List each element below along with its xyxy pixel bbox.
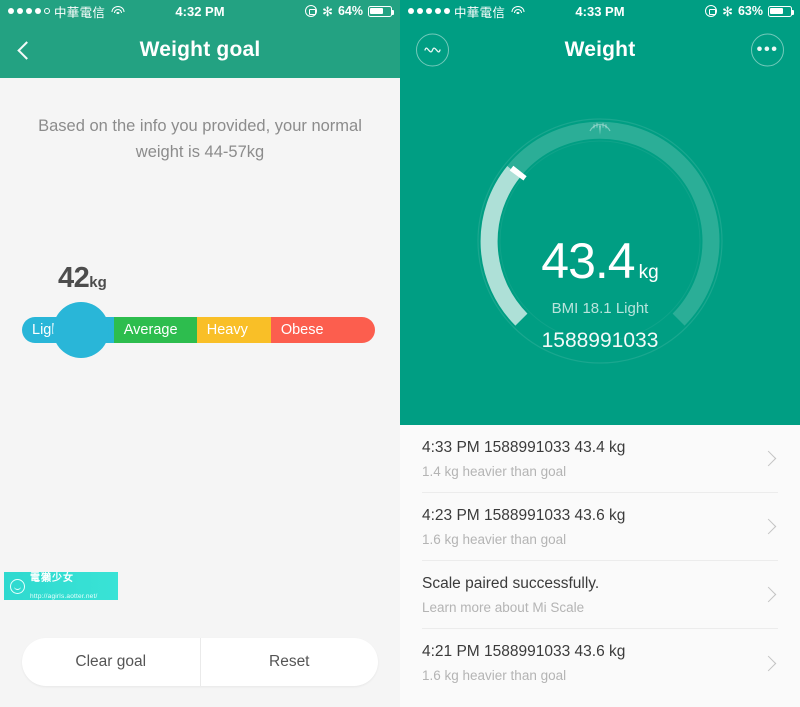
list-item-texts: 4:33 PM 1588991033 43.4 kg 1.4 kg heavie… <box>422 439 763 479</box>
list-item-texts: Scale paired successfully. Learn more ab… <box>422 575 763 615</box>
normal-weight-info: Based on the info you provided, your nor… <box>38 117 362 161</box>
chevron-right-icon <box>760 586 777 603</box>
list-item-texts: 4:21 PM 1588991033 43.6 kg 1.6 kg heavie… <box>422 643 763 683</box>
battery-percent-label: 64% <box>337 4 363 18</box>
battery-icon <box>768 5 795 17</box>
status-right-group: ✻ 64% <box>305 3 395 19</box>
watermark-url: http://agirls.aotter.net/ <box>30 593 98 600</box>
bmi-label: BMI 18.1 Light <box>551 300 649 317</box>
weight-number: 43.4 <box>541 233 635 289</box>
pulse-wave-icon[interactable] <box>416 33 449 67</box>
list-item[interactable]: 4:23 PM 1588991033 43.6 kg 1.6 kg heavie… <box>422 493 778 561</box>
goal-value-label: 42kg <box>58 262 107 295</box>
list-item[interactable]: 4:33 PM 1588991033 43.4 kg 1.4 kg heavie… <box>422 425 778 493</box>
back-chevron-icon[interactable] <box>12 38 36 62</box>
list-item-title: 4:21 PM 1588991033 43.6 kg <box>422 643 626 660</box>
smiley-face-icon <box>10 578 25 594</box>
watermark-badge: 電獺少女 http://agirls.aotter.net/ <box>4 572 118 600</box>
segment-average: Average <box>113 317 197 343</box>
slider-thumb[interactable] <box>53 302 109 358</box>
weight-hero-panel: Weight ••• 43.4 kg BMI 18.1 Light 158899… <box>400 22 800 447</box>
ellipsis-icon[interactable]: ••• <box>751 33 784 67</box>
rotation-lock-icon <box>305 5 318 17</box>
screenshot-root: 中華電信 4:32 PM ✻ 64% Weight goal Based on … <box>0 0 800 707</box>
page-title: Weight goal <box>139 38 261 61</box>
list-item-subtitle: 1.6 kg heavier than goal <box>422 668 567 683</box>
list-item-title: Scale paired successfully. <box>422 574 600 592</box>
weight-goal-screen: 中華電信 4:32 PM ✻ 64% Weight goal Based on … <box>0 0 400 707</box>
segment-label-average: Average <box>123 322 178 338</box>
segment-label-obese: Obese <box>280 322 324 338</box>
status-bar-left: 中華電信 4:32 PM ✻ 64% <box>0 0 400 22</box>
watermark-text: 電獺少女 http://agirls.aotter.net/ <box>30 569 98 603</box>
chevron-right-icon <box>760 450 777 467</box>
chevron-right-icon <box>760 518 777 535</box>
list-item-title: 4:23 PM 1588991033 43.6 kg <box>422 506 626 524</box>
dial-progress-tip <box>509 165 527 181</box>
status-right-group: ✻ 63% <box>705 3 795 19</box>
measurement-list: 4:33 PM 1588991033 43.4 kg 1.4 kg heavie… <box>400 425 800 707</box>
list-item-subtitle: Learn more about Mi Scale <box>422 599 585 615</box>
goal-value-unit: kg <box>89 274 107 291</box>
clear-goal-button[interactable]: Clear goal <box>22 638 201 686</box>
device-id-label: 1588991033 <box>541 329 659 352</box>
segment-label-heavy: Heavy <box>206 322 248 338</box>
battery-icon <box>368 5 395 17</box>
goal-value-number: 42 <box>58 262 90 294</box>
list-item[interactable]: Scale paired successfully. Learn more ab… <box>422 561 778 629</box>
weight-unit: kg <box>638 262 659 283</box>
bluetooth-icon: ✻ <box>722 3 733 19</box>
rotation-lock-icon <box>705 5 718 17</box>
page-title: Weight <box>564 38 636 61</box>
watermark-name: 電獺少女 <box>30 573 74 585</box>
pulse-wave-glyph <box>424 47 441 53</box>
segment-heavy: Heavy <box>196 317 271 343</box>
list-item-subtitle: 1.6 kg heavier than goal <box>422 531 567 547</box>
segment-obese: Obese <box>270 317 375 343</box>
action-button-row: Clear goal Reset <box>22 638 378 686</box>
list-item-texts: 4:23 PM 1588991033 43.6 kg 1.6 kg heavie… <box>422 507 763 547</box>
list-item-subtitle: 1.4 kg heavier than goal <box>422 463 567 479</box>
weight-goal-slider[interactable]: 42kg Light Average Heavy Obese <box>0 262 400 372</box>
chevron-right-icon <box>760 655 777 671</box>
nav-bar-right: Weight ••• <box>400 22 800 78</box>
bluetooth-icon: ✻ <box>322 3 333 19</box>
weight-value: 43.4 kg <box>400 236 800 286</box>
weight-readout: 43.4 kg BMI 18.1 Light 1588991033 <box>400 236 800 353</box>
list-item-title: 4:33 PM 1588991033 43.4 kg <box>422 438 626 456</box>
status-bar-right: 中華電信 4:33 PM ✻ 63% <box>400 0 800 22</box>
reset-button[interactable]: Reset <box>201 638 379 686</box>
weight-screen: 中華電信 4:33 PM ✻ 63% Weight ••• 43.4 kg BM… <box>400 0 800 707</box>
nav-bar-left: Weight goal <box>0 22 400 78</box>
list-item[interactable]: 4:21 PM 1588991033 43.6 kg 1.6 kg heavie… <box>422 629 778 697</box>
battery-percent-label: 63% <box>737 4 763 18</box>
